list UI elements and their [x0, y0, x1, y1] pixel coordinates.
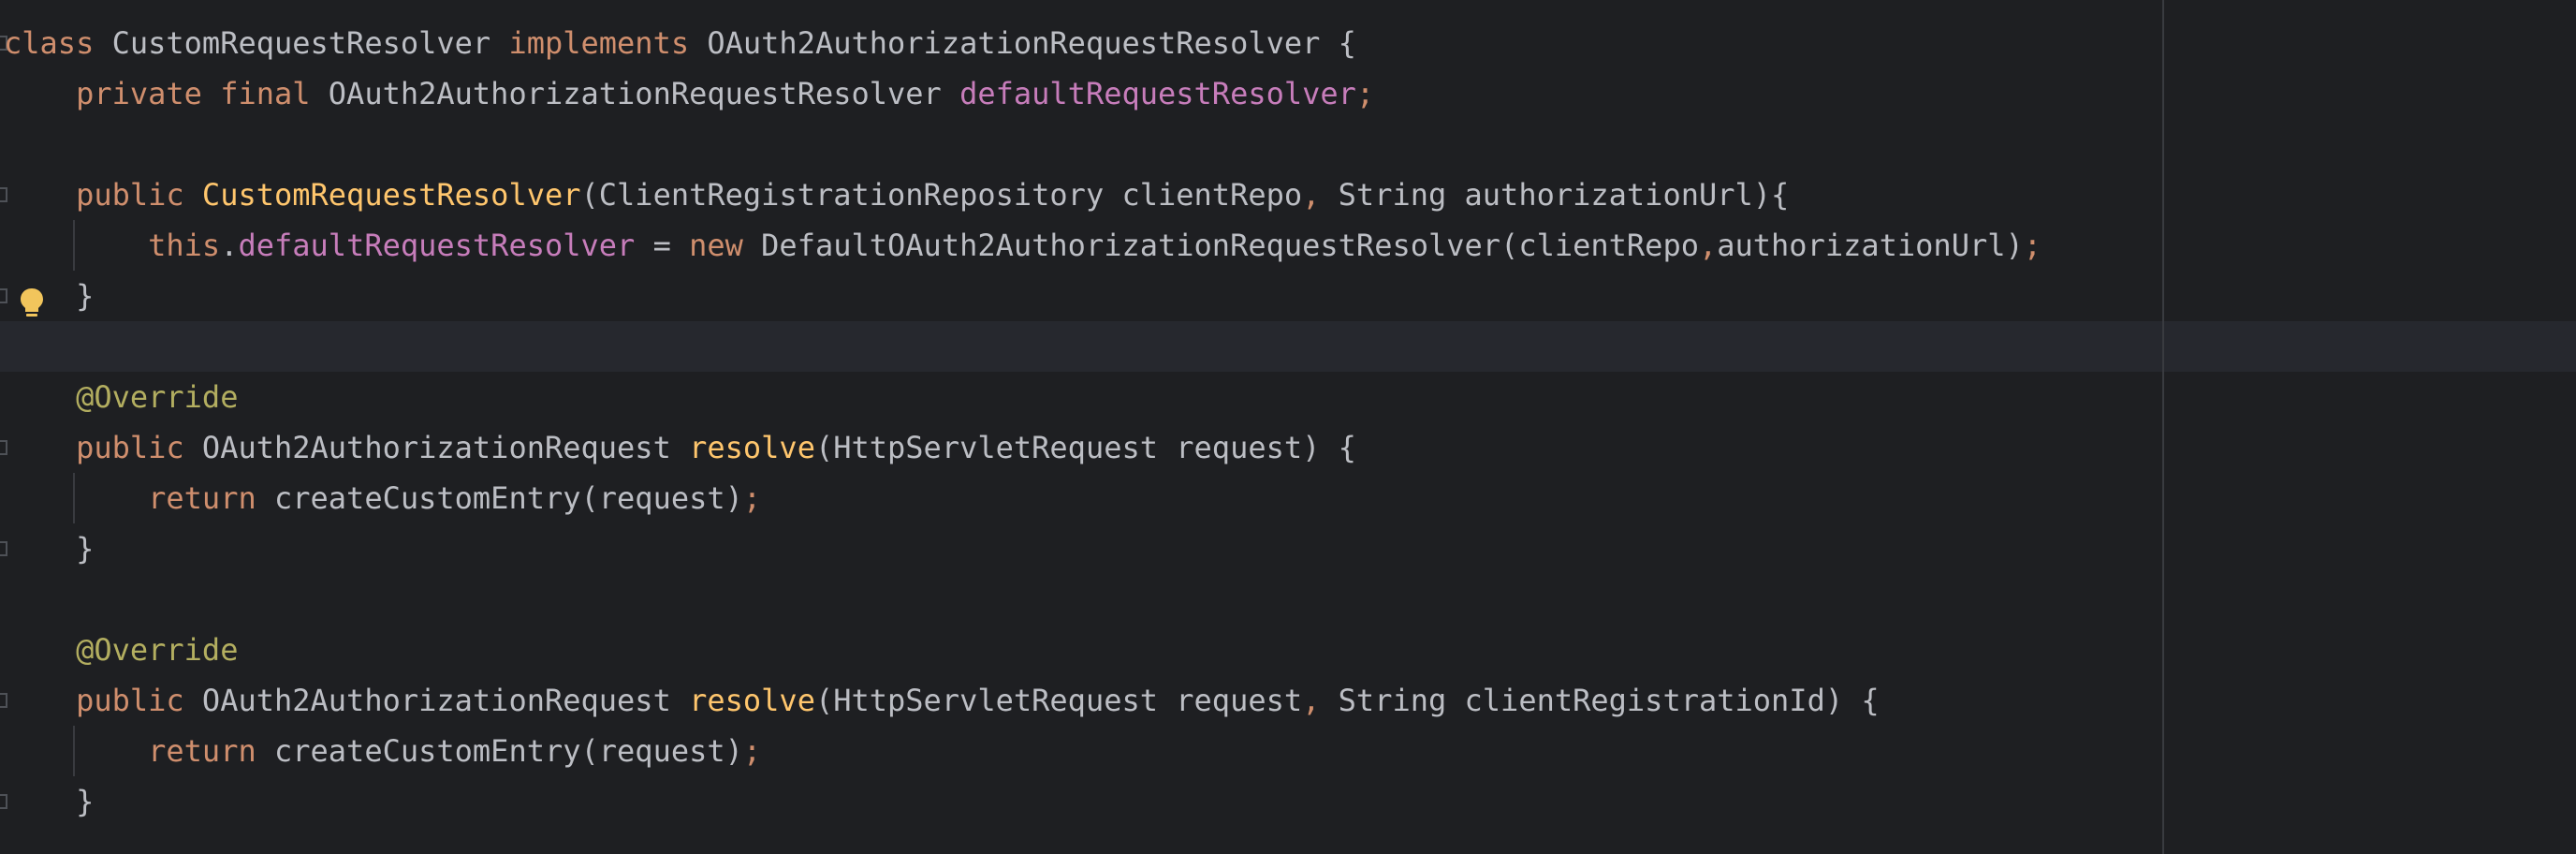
code-line[interactable]: return createCustomEntry(request);: [4, 726, 761, 776]
code-token: ;: [2023, 228, 2042, 263]
code-token: new: [689, 228, 743, 263]
code-token: public: [76, 683, 184, 718]
code-token: createCustomEntry(request): [256, 480, 743, 516]
code-line[interactable]: public CustomRequestResolver(ClientRegis…: [4, 169, 1789, 220]
code-token: (HttpServletRequest request: [814, 683, 1303, 718]
code-token: }: [4, 784, 95, 819]
code-token: }: [4, 531, 95, 567]
code-token: ;: [742, 480, 762, 516]
code-token: .: [220, 228, 239, 263]
code-token: CustomRequestResolver: [94, 25, 509, 61]
code-token: authorizationUrl): [1717, 228, 2024, 263]
code-line[interactable]: return createCustomEntry(request);: [4, 473, 761, 523]
code-token: resolve: [689, 430, 815, 465]
code-token: ;: [742, 733, 762, 769]
code-line[interactable]: public OAuth2AuthorizationRequest resolv…: [4, 422, 1356, 473]
current-line-highlight: [0, 321, 2576, 372]
code-token: class: [4, 25, 95, 61]
code-token: OAuth2AuthorizationRequest: [183, 430, 690, 465]
code-token: }: [4, 278, 95, 314]
code-token: =: [635, 228, 690, 263]
code-token: CustomRequestResolver: [201, 177, 581, 213]
code-token: return: [148, 480, 256, 516]
code-token: ,: [1698, 228, 1718, 263]
code-token: createCustomEntry(request): [256, 733, 743, 769]
code-line[interactable]: class CustomRequestResolver implements O…: [4, 18, 1356, 68]
code-line[interactable]: @Override: [4, 625, 238, 675]
code-token: this: [148, 228, 221, 263]
code-token: String authorizationUrl){: [1320, 177, 1790, 213]
code-token: OAuth2AuthorizationRequestResolver: [310, 76, 960, 111]
code-token: @Override: [76, 632, 239, 668]
code-token: OAuth2AuthorizationRequestResolver {: [689, 25, 1356, 61]
code-line[interactable]: }: [4, 523, 94, 574]
code-token: defaultRequestResolver: [238, 228, 636, 263]
code-token: implements: [508, 25, 690, 61]
code-token: OAuth2AuthorizationRequest: [183, 683, 690, 718]
code-line[interactable]: this.defaultRequestResolver = new Defaul…: [4, 220, 2042, 271]
code-token: (HttpServletRequest request) {: [814, 430, 1356, 465]
code-token: public: [76, 430, 184, 465]
code-token: resolve: [689, 683, 815, 718]
code-line[interactable]: @Override: [4, 372, 238, 422]
code-line[interactable]: public OAuth2AuthorizationRequest resolv…: [4, 675, 1880, 726]
code-token: ,: [1302, 177, 1321, 213]
code-token: ;: [1355, 76, 1375, 111]
code-token: (ClientRegistrationRepository clientRepo: [580, 177, 1303, 213]
code-line[interactable]: }: [4, 776, 94, 827]
code-token: ,: [1302, 683, 1321, 718]
code-token: @Override: [76, 379, 239, 415]
code-token: DefaultOAuth2AuthorizationRequestResolve…: [742, 228, 1699, 263]
code-token: return: [148, 733, 256, 769]
code-line[interactable]: private final OAuth2AuthorizationRequest…: [4, 68, 1374, 119]
code-editor[interactable]: class CustomRequestResolver implements O…: [0, 0, 2576, 854]
code-token: String clientRegistrationId) {: [1320, 683, 1880, 718]
code-token: public: [76, 177, 184, 213]
code-line[interactable]: }: [4, 271, 94, 321]
code-token: private final: [76, 76, 311, 111]
code-token: defaultRequestResolver: [959, 76, 1356, 111]
right-margin-guide: [2162, 0, 2164, 854]
